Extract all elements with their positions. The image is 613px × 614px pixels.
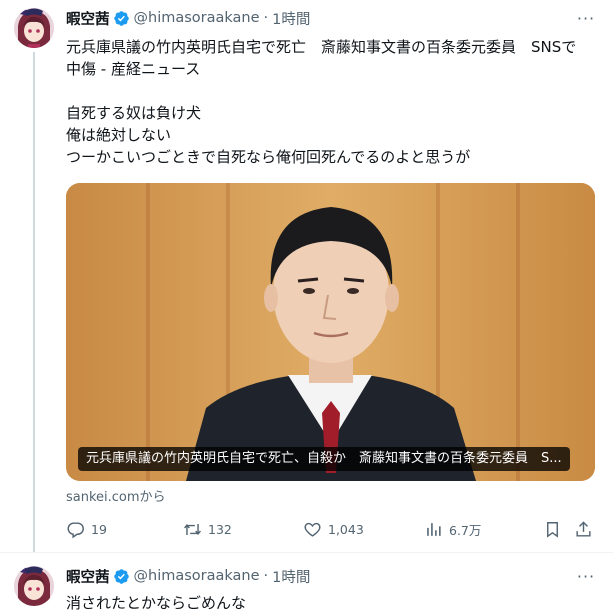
handle[interactable]: @himasoraakane — [134, 568, 260, 584]
tweet-text-line: つーかこいつごときで自死なら俺何回死んでるのよと思うが — [66, 148, 471, 166]
tweet-text: 消されたとかならごめんな — [66, 592, 599, 614]
dot-separator: · — [263, 10, 269, 26]
tweet-divider — [0, 552, 613, 553]
tweet-text-line: 消されたとかならごめんな — [66, 594, 247, 612]
reply-count: 19 — [91, 521, 107, 537]
timestamp[interactable]: 1時間 — [272, 8, 310, 29]
share-button[interactable] — [574, 517, 599, 541]
tweet-text-line: 俺は絶対しない — [66, 126, 172, 144]
views-icon — [427, 522, 441, 536]
link-card[interactable]: 元兵庫県議の竹内英明氏自宅で死亡、自殺か 斎藤知事文書の百条委元委員 S... — [66, 183, 595, 481]
display-name[interactable]: 暇空茜 — [66, 8, 110, 29]
tweet-text-line — [66, 80, 599, 102]
like-button[interactable]: 1,043 — [303, 517, 364, 541]
bookmark-icon — [547, 521, 558, 538]
heart-icon — [304, 522, 321, 537]
reply-button[interactable]: 19 — [66, 517, 107, 541]
avatar-image — [14, 566, 54, 606]
bookmark-button[interactable] — [543, 517, 568, 541]
retweet-button[interactable]: 132 — [183, 517, 232, 541]
views-button[interactable]: 6.7万 — [424, 517, 481, 541]
display-name[interactable]: 暇空茜 — [66, 566, 110, 587]
more-icon[interactable]: ··· — [575, 9, 597, 28]
tweet-1[interactable]: 暇空茜 @himasoraakane · 1時間 ··· 元兵庫県議の竹内英明氏… — [0, 0, 613, 552]
like-count: 1,043 — [328, 521, 364, 537]
tweet-text-line: 中傷 - 産経ニュース — [66, 60, 201, 78]
tweet-text: 元兵庫県議の竹内英明氏自宅で死亡 斎藤知事文書の百条委元委員 SNSで 中傷 -… — [66, 36, 599, 168]
avatar[interactable] — [14, 566, 54, 606]
share-icon — [576, 520, 591, 537]
tweet-header: 暇空茜 @himasoraakane · 1時間 — [66, 7, 573, 29]
verified-badge-icon — [113, 568, 129, 584]
action-bar: 19 132 1,043 6.7万 — [66, 517, 596, 541]
reply-icon — [67, 521, 84, 538]
retweet-count: 132 — [208, 521, 232, 537]
card-source[interactable]: sankei.comから — [66, 486, 166, 505]
dot-separator: · — [263, 568, 269, 584]
more-icon[interactable]: ··· — [575, 567, 597, 586]
views-count: 6.7万 — [449, 522, 482, 538]
timestamp[interactable]: 1時間 — [272, 566, 310, 587]
card-title[interactable]: 元兵庫県議の竹内英明氏自宅で死亡、自殺か 斎藤知事文書の百条委元委員 S... — [78, 447, 570, 471]
avatar-image — [14, 8, 54, 48]
card-photo — [66, 183, 595, 481]
tweet-header: 暇空茜 @himasoraakane · 1時間 — [66, 565, 573, 587]
retweet-icon — [184, 523, 201, 535]
tweet-text-line: 元兵庫県議の竹内英明氏自宅で死亡 斎藤知事文書の百条委元委員 SNSで — [66, 38, 577, 56]
avatar[interactable] — [14, 8, 54, 48]
tweet-2[interactable]: 暇空茜 @himasoraakane · 1時間 ··· 消されたとかならごめん… — [0, 558, 613, 613]
thread-line — [33, 52, 35, 552]
tweet-text-line: 自死する奴は負け犬 — [66, 104, 202, 122]
verified-badge-icon — [113, 10, 129, 26]
handle[interactable]: @himasoraakane — [134, 10, 260, 26]
